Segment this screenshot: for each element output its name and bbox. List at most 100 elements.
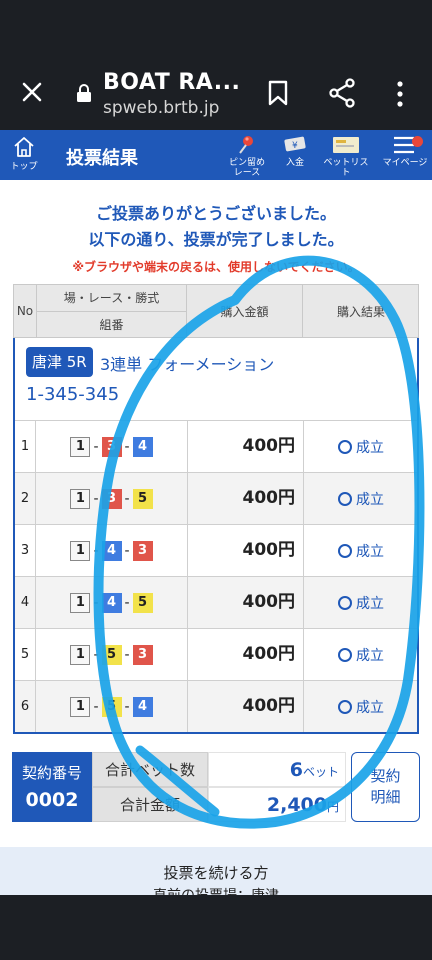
betlist-label: ベットリスト [323, 158, 369, 178]
table-row: 1 1- 3- 4 400円 成立 [15, 420, 417, 472]
overflow-menu-icon[interactable] [393, 80, 407, 108]
row-result: 成立 [304, 421, 418, 472]
browser-page-title[interactable]: BOAT RA... [103, 70, 240, 95]
table-row: 4 1- 4- 5 400円 成立 [15, 576, 417, 628]
svg-text:¥: ¥ [292, 141, 298, 151]
table-row: 2 1- 3- 5 400円 成立 [15, 472, 417, 524]
deposit-button[interactable]: ¥ 入金 [280, 134, 310, 168]
header-combo: 場・レース・勝式 組番 [36, 285, 187, 337]
boat-second: 3 [101, 436, 122, 457]
total-amount-unit: 円 [326, 800, 339, 814]
row-result: 成立 [304, 629, 418, 680]
row-amount: 400円 [188, 421, 304, 472]
boat-third: 4 [132, 436, 153, 457]
row-combination: 1- 4- 3 [36, 525, 188, 576]
boat-third: 3 [132, 540, 153, 561]
row-combination: 1- 3- 4 [36, 421, 188, 472]
total-bets-unit: ベット [302, 765, 339, 779]
lock-icon [77, 84, 91, 102]
success-circle-icon [338, 543, 352, 558]
total-bets-value: 6ベット [208, 752, 346, 787]
row-amount: 400円 [188, 473, 304, 524]
row-result-label: 成立 [356, 439, 384, 456]
boat-first: 1 [70, 488, 91, 509]
header-amount: 購入金額 [187, 285, 303, 337]
success-circle-icon [338, 439, 352, 454]
betlist-button[interactable]: ベットリスト [320, 134, 372, 178]
table-header: No 場・レース・勝式 組番 購入金額 購入結果 [13, 284, 419, 338]
total-amount-value: 2,400円 [208, 787, 346, 822]
bookmark-icon[interactable] [266, 80, 290, 106]
deposit-label: 入金 [285, 158, 304, 168]
row-combination: 1- 5- 4 [36, 681, 188, 732]
boat-first: 1 [70, 696, 91, 717]
row-result: 成立 [304, 681, 418, 732]
row-result-label: 成立 [356, 595, 384, 612]
table-row: 5 1- 5- 3 400円 成立 [15, 628, 417, 680]
race-info: 唐津 5R 3連単 フォーメーション 1-345-345 [13, 338, 419, 420]
boat-second: 3 [101, 488, 122, 509]
row-result: 成立 [304, 473, 418, 524]
home-icon [14, 137, 34, 157]
betlist-icon [333, 137, 359, 153]
total-bets-number: 6 [289, 759, 303, 781]
formation-combination: 1-345-345 [26, 384, 120, 405]
notification-dot [412, 136, 423, 147]
browser-toolbar: BOAT RA... spweb.brtb.jp [0, 0, 432, 130]
pin-label-line1: ピン留め [228, 158, 265, 168]
header-combo-bottom: 組番 [99, 317, 124, 332]
row-combination: 1- 3- 5 [36, 473, 188, 524]
success-circle-icon [338, 647, 352, 662]
row-amount: 400円 [188, 629, 304, 680]
row-combination: 1- 4- 5 [36, 577, 188, 628]
contract-detail-button[interactable]: 契約 明細 [351, 752, 420, 822]
total-amount-number: 2,400 [266, 794, 327, 816]
row-result: 成立 [304, 577, 418, 628]
detail-button-line2: 明細 [370, 788, 401, 806]
row-result-label: 成立 [356, 647, 384, 664]
row-no: 6 [15, 681, 36, 732]
boat-second: 4 [101, 540, 122, 561]
boat-first: 1 [70, 592, 91, 613]
boat-first: 1 [70, 540, 91, 561]
browser-url[interactable]: spweb.brtb.jp [103, 98, 219, 118]
deposit-icon: ¥ [284, 136, 306, 152]
row-amount: 400円 [188, 681, 304, 732]
boat-third: 4 [132, 696, 153, 717]
bet-rows: 1 1- 3- 4 400円 成立 2 1- 3- 5 400円 成立 3 1-… [13, 420, 419, 734]
contract-label: 契約番号 [21, 764, 82, 782]
home-label: トップ [10, 162, 38, 172]
page-title: 投票結果 [66, 148, 138, 169]
row-combination: 1- 5- 3 [36, 629, 188, 680]
success-circle-icon [338, 595, 352, 610]
row-no: 5 [15, 629, 36, 680]
row-result-label: 成立 [356, 491, 384, 508]
main-content: ご投票ありがとうございました。 以下の通り、投票が完了しました。 ※ブラウザや端… [0, 180, 432, 895]
boat-second: 5 [101, 696, 122, 717]
continue-voting-section[interactable]: 投票を続ける方 直前の投票場：唐津 [0, 847, 432, 895]
row-result-label: 成立 [356, 543, 384, 560]
contract-number: 0002 [25, 789, 79, 811]
continue-title: 投票を続ける方 [163, 864, 269, 882]
mypage-button[interactable]: マイページ [380, 134, 430, 168]
close-icon[interactable] [18, 78, 46, 106]
pin-race-button[interactable]: ピン留め レース [226, 134, 268, 178]
boat-first: 1 [70, 436, 91, 457]
header-result: 購入結果 [336, 304, 385, 319]
warning-message: ※ブラウザや端末の戻るは、使用しないでください。 [72, 260, 360, 274]
row-amount: 400円 [188, 525, 304, 576]
success-circle-icon [338, 699, 352, 714]
system-nav-bar [0, 895, 432, 960]
boat-third: 5 [132, 592, 153, 613]
boat-third: 5 [132, 488, 153, 509]
boat-second: 4 [101, 592, 122, 613]
boat-third: 3 [132, 644, 153, 665]
continue-subtitle: 直前の投票場：唐津 [0, 885, 432, 895]
boat-first: 1 [70, 644, 91, 665]
pin-icon [239, 136, 253, 154]
home-button[interactable]: トップ [6, 136, 42, 176]
table-row: 3 1- 4- 3 400円 成立 [15, 524, 417, 576]
total-bets-label: 合計ベット数 [92, 752, 208, 787]
header-no: No [14, 285, 37, 337]
share-icon[interactable] [328, 78, 356, 108]
